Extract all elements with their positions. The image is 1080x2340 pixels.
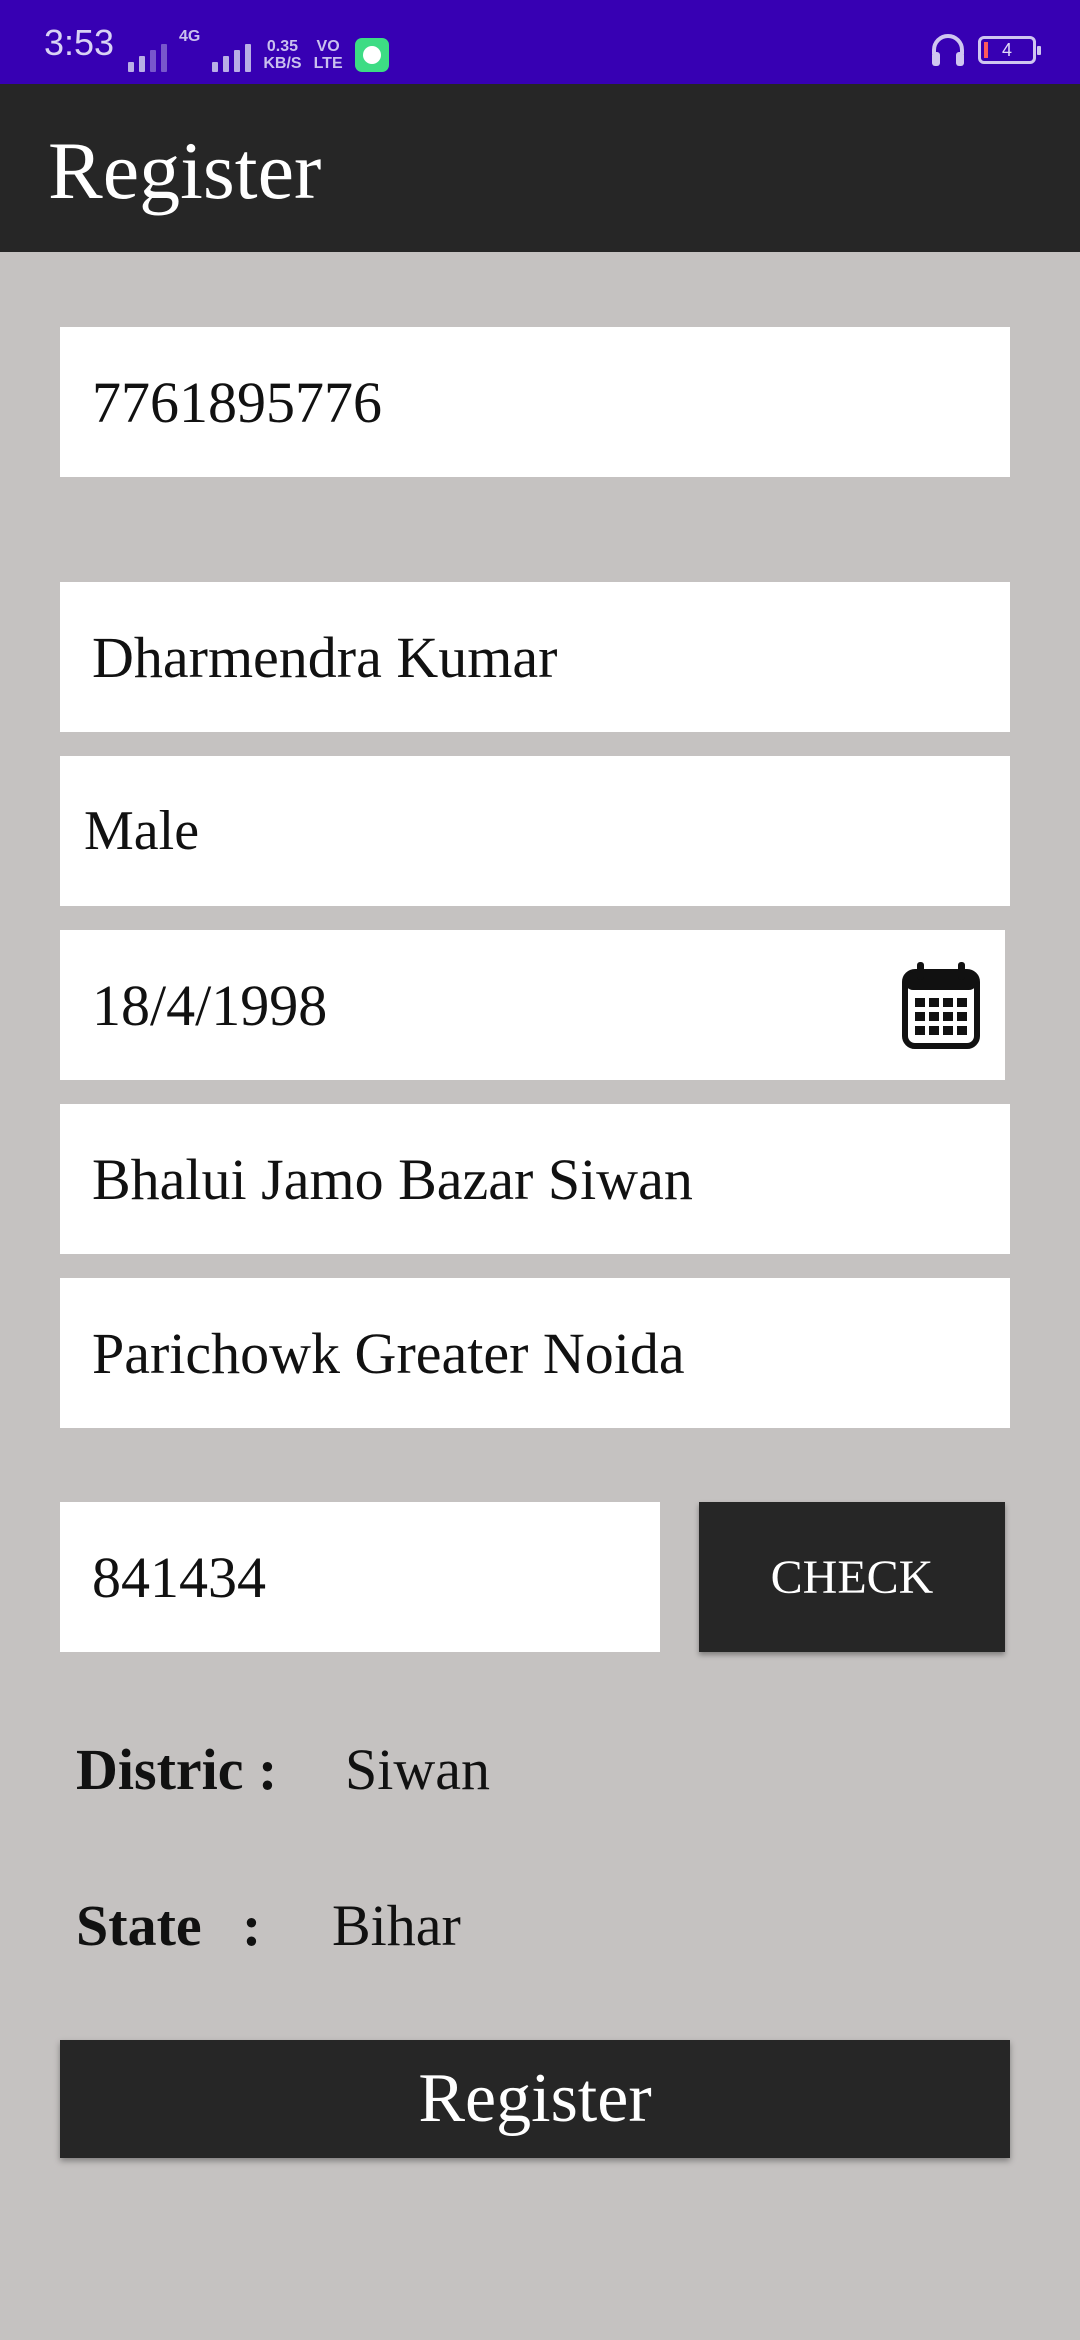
current-address-field[interactable]: Parichowk Greater Noida [60,1278,1010,1428]
name-value: Dharmendra Kumar [92,624,558,690]
status-icons: 4G 0.35 KB/S VO LTE [128,24,389,72]
battery-icon: 4 [978,36,1041,64]
pincode-value: 841434 [92,1544,266,1610]
calendar-icon[interactable] [901,960,981,1050]
status-bar: 3:53 4G 0.35 KB/S VO LTE 4 [0,0,1080,84]
state-value: Bihar [332,1893,461,1958]
district-value: Siwan [345,1737,490,1802]
mobile-value: 7761895776 [92,369,382,435]
mobile-field[interactable]: 7761895776 [60,327,1010,477]
state-label: State [76,1893,202,1958]
gender-select[interactable]: Male [60,756,1010,906]
status-time: 3:53 [44,22,115,63]
app-bar: Register [0,84,1080,252]
state-colon: : [242,1893,262,1958]
page-title: Register [48,125,322,216]
app-notification-icon [354,38,389,72]
district-row: Distric : [76,1736,277,1803]
status-right: 4 [928,30,1041,70]
pincode-field[interactable]: 841434 [60,1502,660,1652]
current-address-value: Parichowk Greater Noida [92,1320,685,1386]
volte-indicator: VO LTE [313,38,343,72]
signal-icon-2 [212,36,252,72]
network-speed: 0.35 KB/S [263,38,302,72]
district-label: Distric : [76,1737,278,1802]
gender-value: Male [84,800,200,862]
headset-icon [932,34,964,66]
name-field[interactable]: Dharmendra Kumar [60,582,1010,732]
state-row: State [76,1892,202,1959]
signal-icon [128,36,167,72]
address-value: Bhalui Jamo Bazar Siwan [92,1146,693,1212]
check-button[interactable]: CHECK [699,1502,1005,1652]
address-field[interactable]: Bhalui Jamo Bazar Siwan [60,1104,1010,1254]
register-button[interactable]: Register [60,2040,1010,2158]
network-type: 4G [179,28,201,45]
dob-value: 18/4/1998 [92,972,328,1038]
dob-field[interactable]: 18/4/1998 [60,930,1005,1080]
